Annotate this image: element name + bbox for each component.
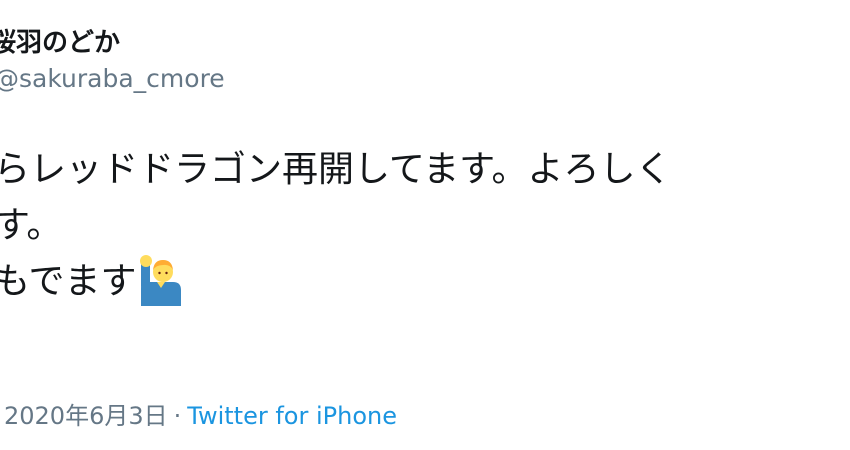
tweet-source-link[interactable]: Twitter for iPhone [187,402,397,430]
tweet-text-line: らレッドドラゴン再開してます。よろしく [0,149,672,190]
tweet-text: らレッドドラゴン再開してます。よろしく す。 もでます [0,142,672,310]
meta-separator: · [173,402,182,430]
author-handle[interactable]: @sakuraba_cmore [0,64,225,93]
tweet-meta: 2020年6月3日 · Twitter for iPhone [4,396,397,431]
author-display-name[interactable]: 桜羽のどか [0,22,120,59]
tweet-text-segment: もでます [0,261,137,302]
tweet-text-line: もでます [0,254,672,310]
tweet-card: 桜羽のどか @sakuraba_cmore らレッドドラゴン再開してます。よろし… [0,0,850,450]
person-raising-hand-icon [137,254,183,310]
tweet-date[interactable]: 2020年6月3日 [4,402,168,430]
tweet-text-line: す。 [0,205,63,246]
